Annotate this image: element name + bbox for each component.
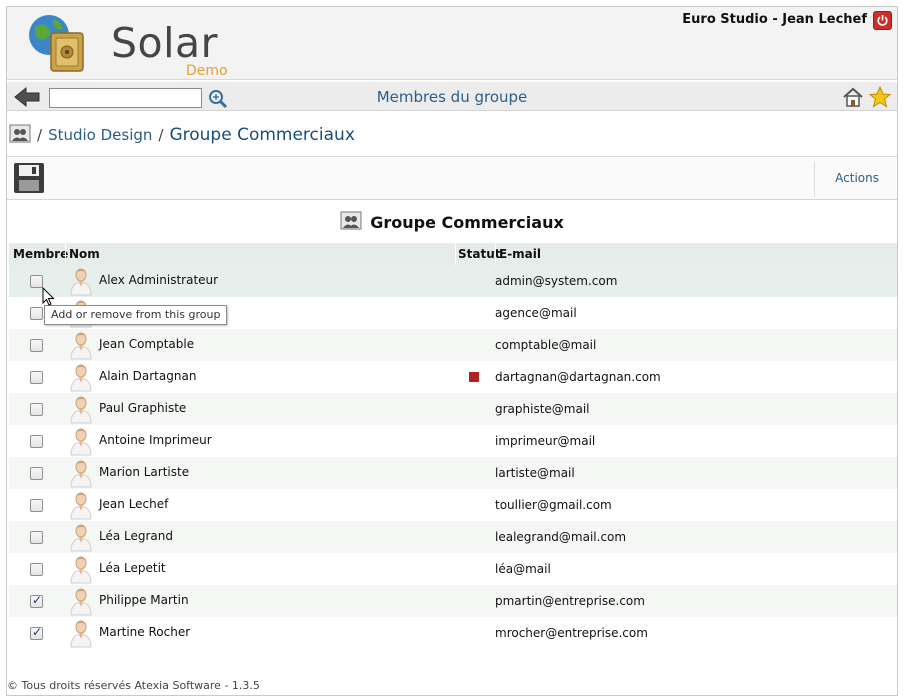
member-checkbox[interactable] bbox=[30, 563, 43, 576]
header: Solar Demo Euro Studio - Jean Lechef bbox=[7, 7, 897, 80]
star-icon[interactable] bbox=[868, 85, 892, 109]
breadcrumb: / Studio Design / Groupe Commerciaux bbox=[9, 121, 355, 149]
user-avatar-icon bbox=[69, 394, 93, 424]
member-email: mrocher@entreprise.com bbox=[495, 626, 648, 640]
member-email: lealegrand@mail.com bbox=[495, 530, 627, 544]
divider bbox=[814, 161, 815, 197]
table-row: Antoine Imprimeur imprimeur@mail bbox=[9, 425, 897, 457]
group-icon[interactable] bbox=[9, 122, 31, 148]
members-table: Membre Nom Statut E-mail Alex Administra… bbox=[9, 243, 897, 649]
table-row: Jean Lechef toullier@gmail.com bbox=[9, 489, 897, 521]
breadcrumb-separator: / bbox=[158, 126, 164, 144]
member-name[interactable]: Paul Graphiste bbox=[99, 401, 186, 415]
member-name[interactable]: Martine Rocher bbox=[99, 625, 190, 639]
action-bar: Actions bbox=[7, 156, 897, 200]
member-checkbox[interactable] bbox=[30, 499, 43, 512]
user-avatar-icon bbox=[69, 266, 93, 296]
member-email: comptable@mail bbox=[495, 338, 597, 352]
divider bbox=[65, 243, 66, 265]
table-row: Alex Administrateur admin@system.com bbox=[9, 265, 897, 297]
breadcrumb-current: Groupe Commerciaux bbox=[169, 125, 355, 145]
toolbar: Membres du groupe bbox=[7, 81, 897, 111]
member-checkbox[interactable] bbox=[30, 371, 43, 384]
section-title-text: Groupe Commerciaux bbox=[370, 212, 564, 232]
member-name[interactable]: Marion Lartiste bbox=[99, 465, 189, 479]
member-email: dartagnan@dartagnan.com bbox=[495, 370, 661, 384]
actions-menu-button[interactable]: Actions bbox=[835, 171, 879, 185]
member-email: admin@system.com bbox=[495, 274, 618, 288]
footer: © Tous droits réservés Atexia Software -… bbox=[7, 679, 260, 692]
member-email: graphiste@mail bbox=[495, 402, 590, 416]
member-checkbox[interactable] bbox=[30, 625, 43, 640]
member-checkbox[interactable] bbox=[30, 531, 43, 544]
table-row: Marion Lartiste lartiste@mail bbox=[9, 457, 897, 489]
column-header-name[interactable]: Nom bbox=[69, 247, 100, 261]
globe-safe-icon bbox=[29, 15, 84, 72]
home-icon[interactable] bbox=[842, 86, 864, 108]
column-header-member[interactable]: Membre bbox=[13, 247, 68, 261]
member-checkbox[interactable] bbox=[30, 403, 43, 416]
user-avatar-icon bbox=[69, 586, 93, 616]
breadcrumb-parent-link[interactable]: Studio Design bbox=[48, 126, 152, 144]
search-icon[interactable] bbox=[207, 88, 229, 110]
table-row: Léa Legrand lealegrand@mail.com bbox=[9, 521, 897, 553]
user-avatar-icon bbox=[69, 458, 93, 488]
member-name[interactable]: Alex Administrateur bbox=[99, 273, 218, 287]
app-edition: Demo bbox=[186, 63, 228, 79]
tooltip: Add or remove from this group bbox=[44, 305, 228, 325]
user-avatar-icon bbox=[69, 522, 93, 552]
user-avatar-icon bbox=[69, 490, 93, 520]
app-name: Solar bbox=[111, 19, 218, 67]
search-input[interactable] bbox=[49, 88, 202, 108]
section-title: Groupe Commerciaux bbox=[7, 207, 897, 237]
table-row: Paul Graphiste graphiste@mail bbox=[9, 393, 897, 425]
column-header-email[interactable]: E-mail bbox=[499, 247, 541, 261]
divider bbox=[455, 243, 456, 265]
mouse-cursor-icon bbox=[42, 286, 56, 307]
breadcrumb-separator: / bbox=[37, 126, 43, 144]
member-name[interactable]: Alain Dartagnan bbox=[99, 369, 196, 383]
table-header: Membre Nom Statut E-mail bbox=[9, 243, 897, 265]
user-avatar-icon bbox=[69, 618, 93, 648]
member-email: pmartin@entreprise.com bbox=[495, 594, 645, 608]
power-icon[interactable] bbox=[873, 11, 892, 30]
back-arrow-icon[interactable] bbox=[13, 86, 41, 108]
member-checkbox[interactable] bbox=[30, 307, 43, 320]
app-frame: Solar Demo Euro Studio - Jean Lechef Mem… bbox=[6, 6, 898, 696]
member-name[interactable]: Philippe Martin bbox=[99, 593, 189, 607]
member-checkbox[interactable] bbox=[30, 593, 43, 608]
table-row: Léa Lepetit léa@mail bbox=[9, 553, 897, 585]
divider bbox=[495, 243, 496, 265]
table-row: Jean Comptable comptable@mail bbox=[9, 329, 897, 361]
user-avatar-icon bbox=[69, 426, 93, 456]
member-email: agence@mail bbox=[495, 306, 577, 320]
member-checkbox[interactable] bbox=[30, 435, 43, 448]
member-name[interactable]: Antoine Imprimeur bbox=[99, 433, 212, 447]
floppy-disk-icon[interactable] bbox=[13, 162, 45, 194]
user-avatar-icon bbox=[69, 362, 93, 392]
member-email: toullier@gmail.com bbox=[495, 498, 612, 512]
table-row: Philippe Martin pmartin@entreprise.com bbox=[9, 585, 897, 617]
member-email: imprimeur@mail bbox=[495, 434, 596, 448]
status-indicator bbox=[469, 372, 479, 382]
table-row: Martine Rocher mrocher@entreprise.com bbox=[9, 617, 897, 649]
group-icon bbox=[340, 209, 362, 235]
member-name[interactable]: Jean Comptable bbox=[99, 337, 194, 351]
user-label: Euro Studio - Jean Lechef bbox=[682, 12, 867, 27]
logo: Solar Demo bbox=[23, 11, 243, 79]
member-checkbox[interactable] bbox=[30, 467, 43, 480]
table-row: Alain Dartagnan dartagnan@dartagnan.com bbox=[9, 361, 897, 393]
member-name[interactable]: Léa Lepetit bbox=[99, 561, 166, 575]
member-checkbox[interactable] bbox=[30, 339, 43, 352]
user-avatar-icon bbox=[69, 554, 93, 584]
member-email: lartiste@mail bbox=[495, 466, 575, 480]
member-name[interactable]: Léa Legrand bbox=[99, 529, 173, 543]
member-name[interactable]: Jean Lechef bbox=[99, 497, 168, 511]
user-avatar-icon bbox=[69, 330, 93, 360]
member-email: léa@mail bbox=[495, 562, 551, 576]
